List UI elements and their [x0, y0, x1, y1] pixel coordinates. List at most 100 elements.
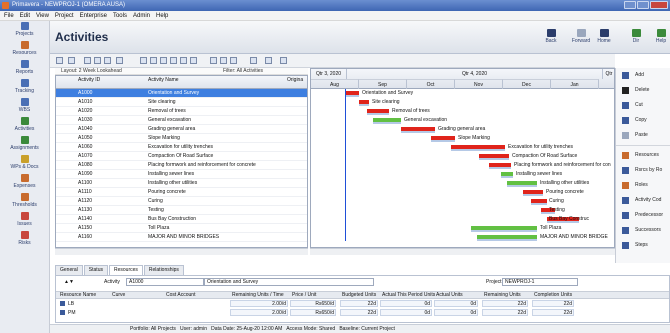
- command-activity-cod[interactable]: Activity Cod: [616, 193, 670, 208]
- nav-dir-button[interactable]: Dir: [625, 29, 647, 44]
- table-row[interactable]: A1070 Compaction Of Road Surface: [56, 152, 307, 161]
- gantt-horizontal-scrollbar[interactable]: [310, 248, 615, 255]
- table-row[interactable]: A1150 Toll Plaza: [56, 224, 307, 233]
- nav-back-button[interactable]: Back: [540, 29, 562, 44]
- command-copy[interactable]: Copy: [616, 113, 670, 128]
- activity-bar[interactable]: [477, 235, 537, 239]
- resource-col-cost-account[interactable]: Cost Account: [166, 292, 195, 298]
- col-original-duration[interactable]: Origina: [287, 77, 303, 83]
- resource-col-actual-units[interactable]: Actual Units: [436, 292, 463, 298]
- activity-name-field[interactable]: Orientation and Survey: [204, 278, 374, 286]
- spotlight-icon[interactable]: [180, 57, 187, 64]
- resource-col-actual-this-period-units[interactable]: Actual This Period Units: [382, 292, 435, 298]
- activity-bar[interactable]: [373, 118, 401, 122]
- table-row[interactable]: A1040 Grading general area: [56, 125, 307, 134]
- sidebar-item-risks[interactable]: Risks: [0, 230, 49, 249]
- sidebar-item-tracking[interactable]: Tracking: [0, 78, 49, 97]
- menu-tools[interactable]: Tools: [113, 11, 127, 20]
- nav-home-button[interactable]: Home: [593, 29, 615, 44]
- table-row[interactable]: A1110 Pouring concrete: [56, 188, 307, 197]
- table-row[interactable]: A1100 Installing other utilities: [56, 179, 307, 188]
- command-successors[interactable]: Successors: [616, 223, 670, 238]
- activity-bar[interactable]: [451, 145, 505, 149]
- sidebar-item-wps-docs[interactable]: WPs & Docs: [0, 154, 49, 173]
- zoom-out-icon[interactable]: [230, 57, 237, 64]
- resource-row[interactable]: PM 2.00/d Rs650/d 22d 0d 0d 22d 22d: [56, 309, 669, 317]
- command-roles[interactable]: Roles: [616, 178, 670, 193]
- columns-icon[interactable]: [94, 57, 101, 64]
- sidebar-item-projects[interactable]: Projects: [0, 21, 49, 40]
- col-activity-name[interactable]: Activity Name: [148, 77, 179, 83]
- menu-edit[interactable]: Edit: [20, 11, 30, 20]
- progress-icon[interactable]: [170, 57, 177, 64]
- table-row[interactable]: A1060 Excavation for utility trenches: [56, 143, 307, 152]
- baseline-icon[interactable]: [160, 57, 167, 64]
- timescale-icon[interactable]: [250, 57, 257, 64]
- bars-icon[interactable]: [104, 57, 111, 64]
- sidebar-item-thresholds[interactable]: Thresholds: [0, 192, 49, 211]
- tab-general[interactable]: General: [55, 265, 83, 275]
- find-icon[interactable]: [280, 57, 287, 64]
- activity-bar[interactable]: [345, 91, 359, 95]
- tab-resources[interactable]: Resources: [108, 265, 143, 275]
- activity-bar[interactable]: [489, 163, 511, 167]
- minimize-button[interactable]: [624, 1, 636, 9]
- command-paste[interactable]: Paste: [616, 128, 670, 143]
- command-steps[interactable]: Steps: [616, 238, 670, 253]
- table-row[interactable]: A1120 Curing: [56, 197, 307, 206]
- table-row[interactable]: A1050 Slope Marking: [56, 134, 307, 143]
- resource-name-cell[interactable]: PM: [68, 309, 76, 317]
- table-row[interactable]: A1090 Installing sewer lines: [56, 170, 307, 179]
- print-icon[interactable]: [190, 57, 197, 64]
- level-icon[interactable]: [150, 57, 157, 64]
- activity-bar[interactable]: [359, 100, 369, 104]
- sidebar-item-expenses[interactable]: Expenses: [0, 173, 49, 192]
- maximize-button[interactable]: [637, 1, 649, 9]
- activity-bar[interactable]: [431, 136, 455, 140]
- grid-horizontal-scrollbar[interactable]: [55, 248, 308, 255]
- col-activity-id[interactable]: Activity ID: [78, 77, 100, 83]
- filter-label[interactable]: Filter: All Activities: [223, 68, 263, 75]
- schedule-icon[interactable]: [140, 57, 147, 64]
- zoom-in-icon[interactable]: [220, 57, 227, 64]
- menu-view[interactable]: View: [36, 11, 49, 20]
- command-add[interactable]: Add: [616, 68, 670, 83]
- resource-col-remaining-units-time[interactable]: Remaining Units / Time: [232, 292, 284, 298]
- activity-bar[interactable]: [471, 226, 537, 230]
- table-row[interactable]: A1160 MAJOR AND MINOR BRIDGES: [56, 233, 307, 242]
- nav-help-button[interactable]: Help: [650, 29, 670, 44]
- layout-icon[interactable]: [56, 57, 63, 64]
- resource-col-budgeted-units[interactable]: Budgeted Units: [342, 292, 376, 298]
- sidebar-item-resources[interactable]: Resources: [0, 40, 49, 59]
- resource-name-cell[interactable]: LB: [68, 300, 74, 308]
- layout-label[interactable]: Layout: 2 Week Lookahead: [61, 68, 122, 75]
- menu-file[interactable]: File: [4, 11, 14, 20]
- command-resources[interactable]: Resources: [616, 148, 670, 163]
- activity-id-field[interactable]: A1000: [126, 278, 204, 286]
- settings-icon[interactable]: [265, 57, 272, 64]
- activity-bar[interactable]: [479, 154, 509, 158]
- activity-bar[interactable]: [531, 199, 547, 203]
- sidebar-item-issues[interactable]: Issues: [0, 211, 49, 230]
- tab-status[interactable]: Status: [83, 265, 108, 275]
- filter-icon[interactable]: [68, 57, 75, 64]
- nav-forward-button[interactable]: Forward: [570, 29, 592, 44]
- table-row[interactable]: A1130 Testing: [56, 206, 307, 215]
- menu-project[interactable]: Project: [55, 11, 74, 20]
- table-row[interactable]: A1140 Bus Bay Construction: [56, 215, 307, 224]
- group-icon[interactable]: [84, 57, 91, 64]
- resource-row[interactable]: LB 2.00/d Rs650/d 22d 0d 0d 22d 22d: [56, 300, 669, 308]
- table-row[interactable]: A1000 Orientation and Survey: [56, 89, 307, 98]
- sidebar-item-activities[interactable]: Activities: [0, 116, 49, 135]
- activity-bar[interactable]: [367, 109, 389, 113]
- command-cut[interactable]: Cut: [616, 98, 670, 113]
- table-row[interactable]: A1080 Placing formwork and reinforcement …: [56, 161, 307, 170]
- menu-enterprise[interactable]: Enterprise: [80, 11, 107, 20]
- project-field[interactable]: NEWPROJ-1: [502, 278, 578, 286]
- command-rsrcs-by-ro[interactable]: Rsrcs by Ro: [616, 163, 670, 178]
- resource-col-remaining-units[interactable]: Remaining Units: [484, 292, 521, 298]
- command-delete[interactable]: Delete: [616, 83, 670, 98]
- table-row[interactable]: A1020 Removal of trees: [56, 107, 307, 116]
- sidebar-item-assignments[interactable]: Assignments: [0, 135, 49, 154]
- resource-col-completion-units[interactable]: Completion Units: [534, 292, 572, 298]
